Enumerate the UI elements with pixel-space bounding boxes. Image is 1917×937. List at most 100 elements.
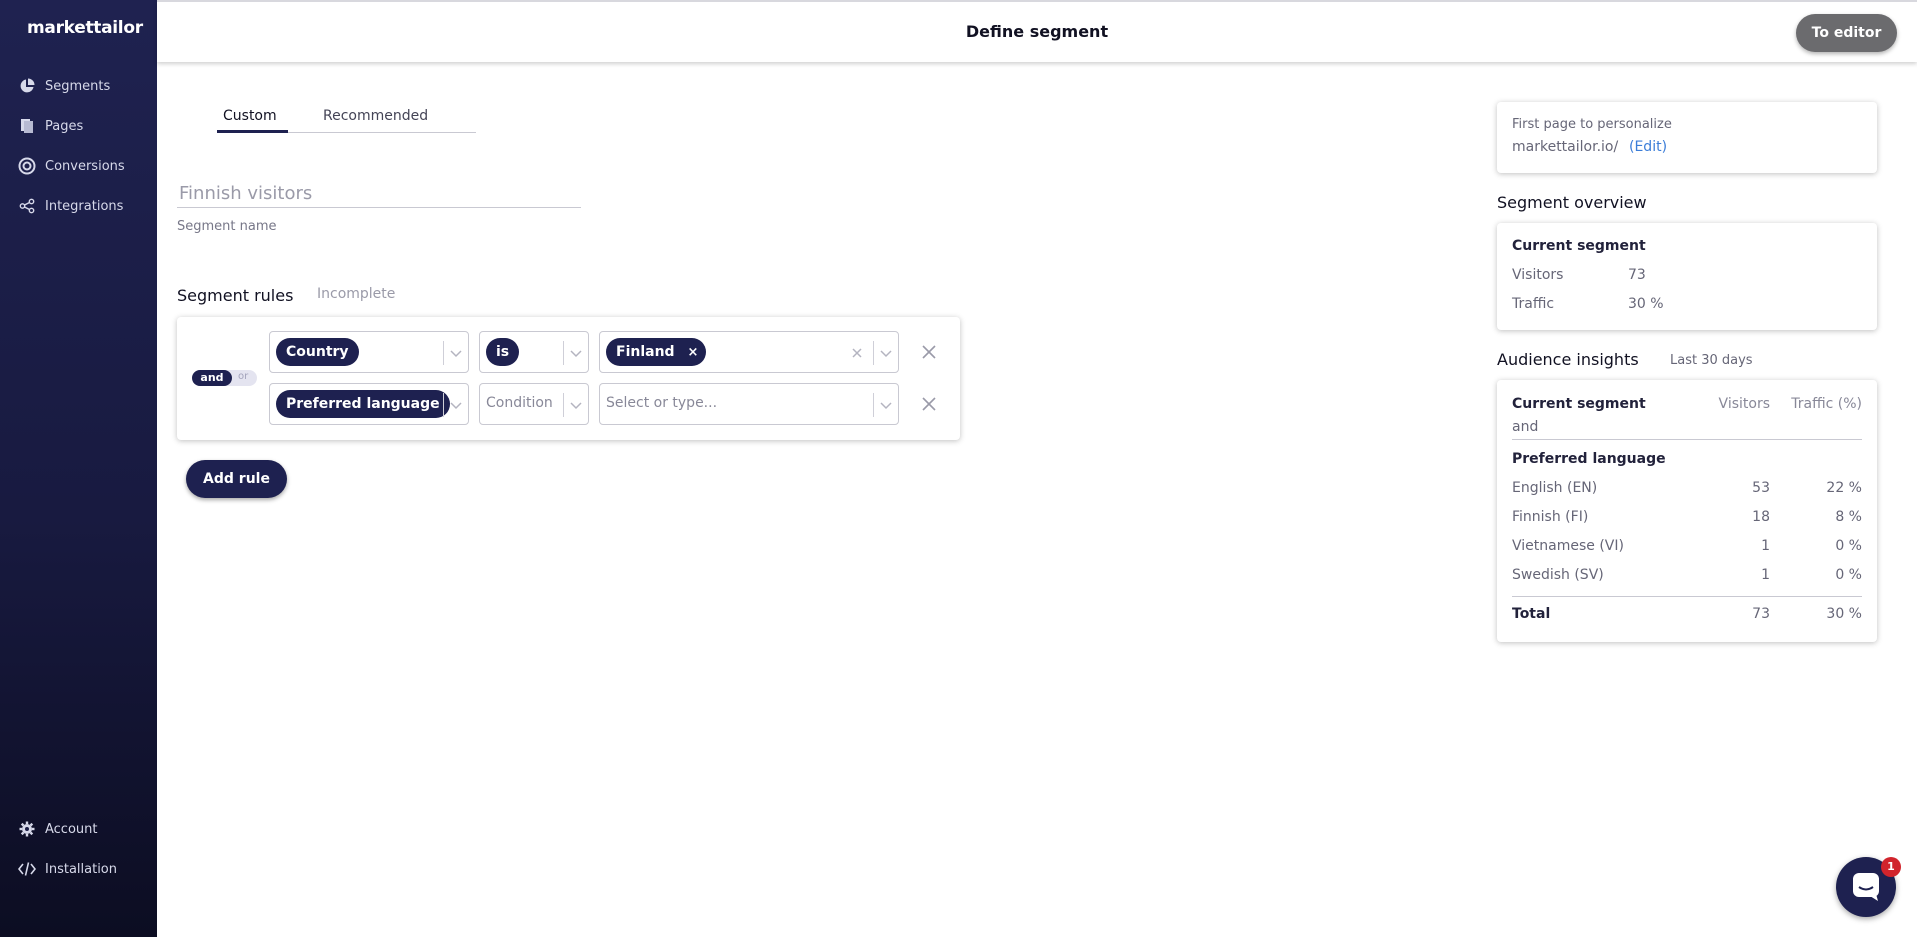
chat-icon bbox=[1853, 873, 1879, 901]
sidebar-item-label: Integrations bbox=[45, 198, 124, 214]
sidebar-item-conversions[interactable]: Conversions bbox=[18, 154, 125, 178]
row-traffic: 8 % bbox=[1835, 509, 1862, 525]
value-select[interactable]: Select or type... bbox=[599, 383, 899, 425]
row-visitors: 53 bbox=[1752, 480, 1770, 496]
code-icon bbox=[18, 860, 36, 878]
tab-custom[interactable]: Custom bbox=[223, 108, 277, 124]
attribute-select[interactable]: Preferred language bbox=[269, 383, 469, 425]
attribute-select[interactable]: Country bbox=[269, 331, 469, 373]
segment-rules-heading: Segment rules bbox=[177, 286, 294, 305]
segment-logic-sub: and bbox=[1512, 419, 1539, 435]
add-rule-button[interactable]: Add rule bbox=[186, 460, 287, 498]
notification-badge: 1 bbox=[1881, 857, 1901, 877]
sidebar-item-integrations[interactable]: Integrations bbox=[18, 194, 123, 218]
sidebar-item-label: Segments bbox=[45, 78, 111, 94]
chevron-down-icon[interactable] bbox=[878, 345, 894, 361]
select-separator bbox=[873, 393, 874, 417]
remove-rule-icon[interactable] bbox=[920, 395, 938, 413]
total-traffic: 30 % bbox=[1826, 606, 1862, 622]
sidebar-item-label: Conversions bbox=[45, 158, 125, 174]
active-tab-indicator bbox=[217, 130, 288, 133]
visitors-value: 73 bbox=[1628, 267, 1646, 283]
value-select[interactable]: Finland × bbox=[599, 331, 899, 373]
insights-group-label: Preferred language bbox=[1512, 451, 1666, 467]
row-visitors: 1 bbox=[1761, 538, 1770, 554]
chevron-down-icon[interactable] bbox=[448, 397, 464, 413]
table-row: English (EN) 53 22 % bbox=[1512, 480, 1862, 500]
and-or-toggle[interactable]: and or bbox=[192, 370, 257, 386]
page-title: Define segment bbox=[965, 22, 1109, 41]
total-divider bbox=[1512, 596, 1862, 597]
logo: markettailor bbox=[27, 18, 143, 38]
segment-overview-heading: Segment overview bbox=[1497, 193, 1647, 212]
audience-insights-heading: Audience insights bbox=[1497, 350, 1639, 369]
sidebar-item-account[interactable]: Account bbox=[18, 817, 98, 841]
current-segment-col: Current segment bbox=[1512, 396, 1646, 412]
select-separator bbox=[873, 341, 874, 365]
segment-name-input[interactable] bbox=[177, 180, 581, 208]
to-editor-button[interactable]: To editor bbox=[1796, 14, 1897, 52]
chip-remove-icon[interactable]: × bbox=[687, 345, 698, 360]
select-separator bbox=[563, 393, 564, 417]
sidebar-item-installation[interactable]: Installation bbox=[18, 857, 117, 881]
segment-tabs: Custom Recommended bbox=[217, 106, 476, 133]
row-label: Vietnamese (VI) bbox=[1512, 538, 1624, 554]
share-nodes-icon bbox=[18, 197, 36, 215]
select-separator bbox=[443, 341, 444, 365]
clear-icon[interactable] bbox=[851, 347, 863, 359]
first-page-label: First page to personalize bbox=[1512, 117, 1672, 132]
condition-placeholder: Condition bbox=[486, 395, 553, 411]
table-row: Swedish (SV) 1 0 % bbox=[1512, 567, 1862, 587]
tab-recommended[interactable]: Recommended bbox=[323, 108, 428, 124]
condition-chip: is bbox=[486, 338, 520, 366]
table-row: Finnish (FI) 18 8 % bbox=[1512, 509, 1862, 529]
current-segment-label: Current segment bbox=[1512, 238, 1646, 254]
chevron-down-icon[interactable] bbox=[568, 345, 584, 361]
rules-card: and or Country is Finland × Preferred la… bbox=[177, 317, 960, 440]
remove-rule-icon[interactable] bbox=[920, 343, 938, 361]
row-traffic: 0 % bbox=[1835, 567, 1862, 583]
segment-overview-card: Current segment Visitors 73 Traffic 30 % bbox=[1497, 223, 1877, 330]
target-icon bbox=[18, 157, 36, 175]
table-row: Vietnamese (VI) 1 0 % bbox=[1512, 538, 1862, 558]
visitors-label: Visitors bbox=[1512, 267, 1564, 283]
sidebar-item-label: Account bbox=[45, 821, 98, 837]
chevron-down-icon[interactable] bbox=[448, 345, 464, 361]
total-row: Total 73 30 % bbox=[1512, 606, 1862, 626]
condition-select[interactable]: Condition bbox=[479, 383, 589, 425]
chevron-down-icon[interactable] bbox=[568, 397, 584, 413]
or-option[interactable]: or bbox=[238, 371, 248, 382]
sidebar-item-segments[interactable]: Segments bbox=[18, 74, 110, 98]
edit-page-link[interactable]: (Edit) bbox=[1629, 139, 1667, 155]
traffic-value: 30 % bbox=[1628, 296, 1664, 312]
select-separator bbox=[443, 393, 444, 417]
first-page-url: markettailor.io/ bbox=[1512, 139, 1619, 155]
row-traffic: 22 % bbox=[1826, 480, 1862, 496]
pie-chart-icon bbox=[18, 77, 36, 95]
insights-table-header: Current segment and Visitors Traffic (%) bbox=[1512, 394, 1862, 440]
sidebar-item-label: Pages bbox=[45, 118, 84, 134]
value-placeholder: Select or type... bbox=[606, 395, 718, 411]
row-label: Finnish (FI) bbox=[1512, 509, 1589, 525]
total-visitors: 73 bbox=[1752, 606, 1770, 622]
attribute-chip: Country bbox=[276, 338, 359, 366]
condition-select[interactable]: is bbox=[479, 331, 589, 373]
sidebar: markettailor Segments Pages Conversions … bbox=[0, 0, 157, 937]
value-chip: Finland × bbox=[606, 338, 707, 366]
gear-icon bbox=[18, 820, 36, 838]
attribute-chip: Preferred language bbox=[276, 390, 450, 418]
visitors-col: Visitors bbox=[1718, 396, 1770, 412]
insights-period: Last 30 days bbox=[1670, 353, 1753, 368]
traffic-label: Traffic bbox=[1512, 296, 1555, 312]
row-label: English (EN) bbox=[1512, 480, 1598, 496]
top-header: Define segment To editor bbox=[157, 0, 1917, 62]
row-visitors: 1 bbox=[1761, 567, 1770, 583]
traffic-col: Traffic (%) bbox=[1791, 396, 1862, 412]
total-label: Total bbox=[1512, 606, 1551, 622]
and-option[interactable]: and bbox=[192, 370, 232, 386]
chevron-down-icon[interactable] bbox=[878, 397, 894, 413]
row-visitors: 18 bbox=[1752, 509, 1770, 525]
sidebar-item-pages[interactable]: Pages bbox=[18, 114, 83, 138]
value-chip-label: Finland bbox=[616, 344, 675, 360]
row-traffic: 0 % bbox=[1835, 538, 1862, 554]
